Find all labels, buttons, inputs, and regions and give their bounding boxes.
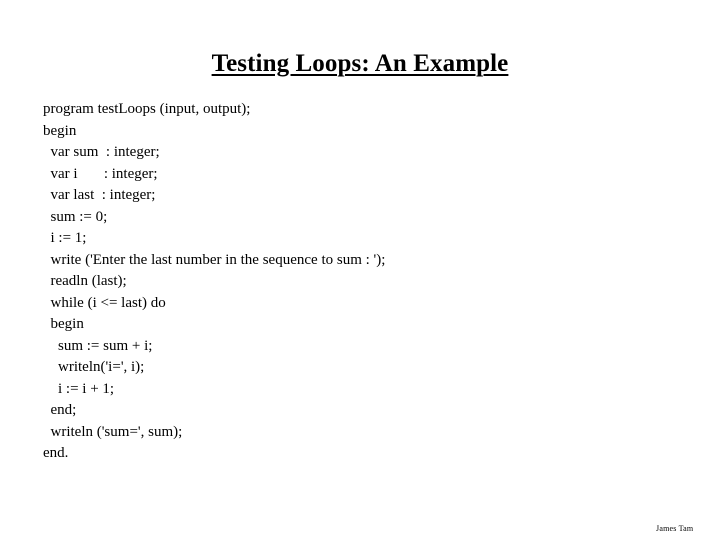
code-line: i := i + 1;: [43, 380, 115, 397]
code-line: var sum : integer;: [43, 144, 160, 160]
code-line: sum := 0;: [43, 208, 108, 225]
footer-author: James Tam: [656, 524, 694, 533]
code-line: begin: [43, 316, 84, 332]
code-line: var i : integer;: [43, 165, 158, 182]
code-line: while (i <= last) do: [43, 294, 166, 311]
code-line: writeln('i=', i);: [43, 359, 145, 375]
code-line: writeln ('sum=', sum);: [43, 423, 183, 440]
slide-title: Testing Loops: An Example: [211, 49, 509, 77]
code-line: i := 1;: [43, 230, 87, 246]
code-line: readln (last);: [43, 273, 127, 289]
code-line: sum := sum + i;: [43, 337, 153, 354]
code-line: end.: [43, 445, 69, 461]
code-line: write ('Enter the last number in the seq…: [43, 251, 386, 268]
code-line: begin: [43, 122, 77, 139]
code-listing: program testLoops (input, output); begin…: [43, 99, 385, 465]
code-line: program testLoops (input, output);: [43, 101, 251, 117]
code-line: var last : integer;: [43, 187, 156, 203]
code-line: end;: [43, 402, 77, 418]
